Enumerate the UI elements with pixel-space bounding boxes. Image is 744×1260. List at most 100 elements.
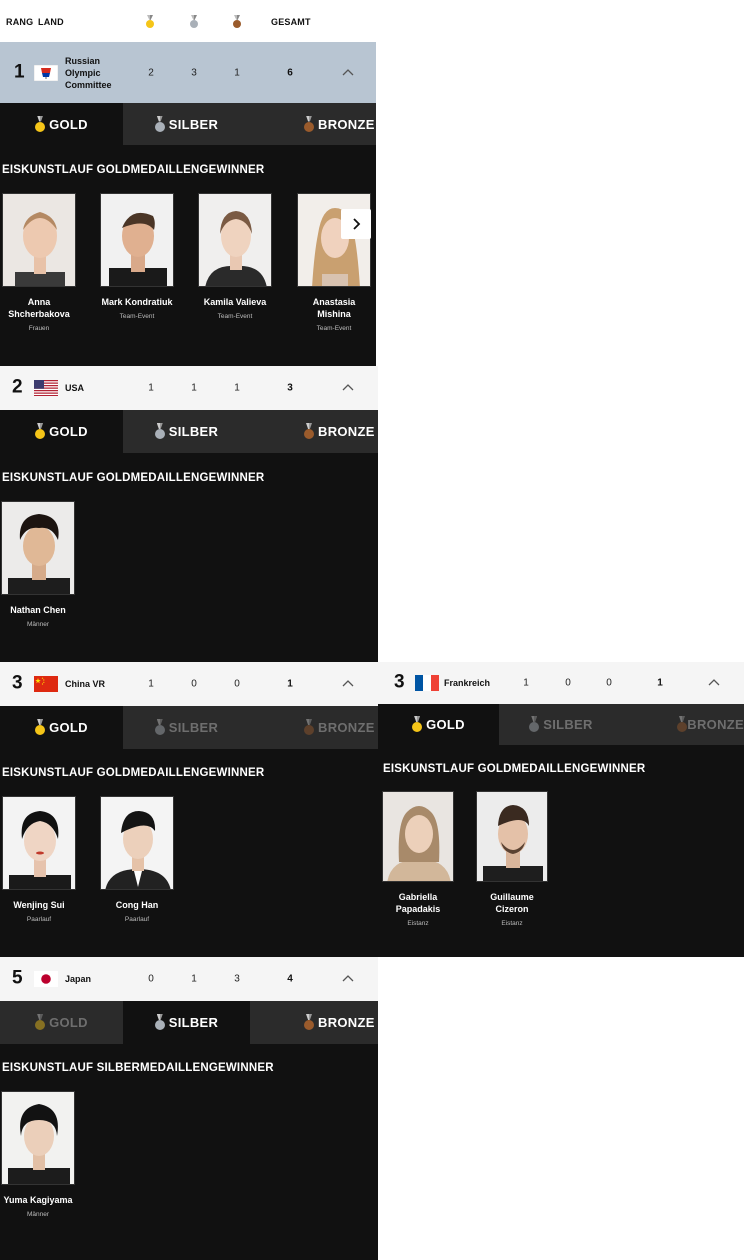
japan-flag-icon — [34, 971, 58, 987]
country-name: Japan — [65, 974, 92, 984]
athlete-card[interactable]: Nathan Chen Männer — [0, 501, 76, 628]
tab-bronze[interactable]: BRONZE — [250, 1001, 378, 1044]
athlete-event: Paarlauf — [26, 916, 52, 923]
tab-gold[interactable]: GOLD — [0, 410, 123, 453]
silver-medal-icon — [529, 716, 540, 733]
gold-count: 1 — [148, 678, 154, 690]
athlete-card[interactable]: Wenjing Sui Paarlauf — [1, 796, 77, 923]
athlete-card[interactable]: Yuma Kagiyama Männer — [0, 1091, 76, 1218]
athlete-photo — [1, 1091, 75, 1185]
athlete-event: Eistanz — [407, 920, 429, 927]
silver-count: 1 — [191, 973, 197, 985]
athlete-card[interactable]: Cong Han Paarlauf — [99, 796, 175, 923]
chevron-up-icon[interactable] — [340, 678, 356, 690]
athlete-card[interactable]: Kamila Valieva Team-Event — [197, 193, 273, 320]
gold-count: 0 — [148, 973, 154, 985]
medal-tabs: GOLD SILBER BRONZE — [378, 704, 744, 745]
medal-tabs: GOLD SILBER BRONZE — [0, 1001, 378, 1044]
silver-count: 1 — [191, 382, 197, 394]
athlete-event: Männer — [26, 1211, 50, 1218]
country-panel-china: 3 China VR 1 0 0 1 GOLD SILBER BRONZE EI… — [0, 662, 378, 957]
total-count: 3 — [287, 382, 293, 394]
athlete-event: Team-Event — [316, 325, 352, 332]
country-name: China VR — [65, 679, 106, 689]
bronze-medal-icon — [304, 423, 314, 440]
tab-gold: GOLD — [0, 1001, 123, 1044]
silver-count: 0 — [565, 677, 571, 689]
tab-gold[interactable]: GOLD — [378, 704, 499, 745]
medal-tabs: GOLD SILBER BRONZE — [0, 410, 378, 453]
athlete-card[interactable]: Anna Shcherbakova Frauen — [1, 193, 77, 332]
country-row[interactable]: 1 Russian Olympic Committee 2 3 1 6 — [0, 42, 376, 103]
bronze-medal-icon — [304, 719, 314, 736]
silver-medal-icon — [154, 719, 165, 736]
rank-number: 3 — [394, 671, 405, 693]
athlete-photo — [100, 193, 174, 287]
header-total: GESAMT — [271, 17, 311, 27]
total-count: 1 — [657, 677, 663, 689]
carousel-next-button[interactable] — [341, 209, 371, 239]
country-name: Russian Olympic Committee — [65, 55, 112, 90]
chevron-up-icon[interactable] — [706, 677, 722, 689]
athlete-card[interactable]: Guillaume Cizeron Eistanz — [475, 791, 549, 927]
chevron-up-icon[interactable] — [340, 973, 356, 985]
bronze-count: 3 — [234, 973, 240, 985]
athlete-card[interactable]: Gabriella Papadakis Eistanz — [381, 791, 455, 927]
medal-tabs: GOLD SILBER BRONZE — [0, 103, 376, 145]
chevron-up-icon[interactable] — [340, 382, 356, 394]
tab-bronze[interactable]: BRONZE — [250, 103, 376, 145]
section-title: EISKUNSTLAUF GOLDMEDAILLENGEWINNER — [2, 472, 265, 484]
tab-bronze: BRONZE — [250, 706, 378, 749]
country-row[interactable]: 2 USA 1 1 1 3 — [0, 366, 378, 410]
athlete-event: Männer — [26, 621, 50, 628]
chevron-right-icon — [353, 218, 361, 230]
chevron-up-icon[interactable] — [340, 67, 356, 79]
country-panel-roc: 1 Russian Olympic Committee 2 3 1 6 GOLD… — [0, 42, 376, 366]
gold-count: 1 — [148, 382, 154, 394]
bronze-count: 1 — [234, 382, 240, 394]
country-row[interactable]: 3 Frankreich 1 0 0 1 — [378, 662, 744, 704]
rank-number: 3 — [12, 672, 23, 694]
gold-medal-icon — [35, 423, 46, 440]
china-flag-icon — [34, 676, 58, 692]
rank-number: 1 — [14, 61, 25, 83]
gold-medal-icon — [35, 719, 46, 736]
tab-silver: SILBER — [499, 704, 623, 745]
athlete-photo — [2, 796, 76, 890]
athlete-photo — [100, 796, 174, 890]
tab-gold[interactable]: GOLD — [0, 103, 123, 145]
country-name: USA — [65, 383, 85, 393]
tab-silver[interactable]: SILBER — [123, 1001, 250, 1044]
tab-gold[interactable]: GOLD — [0, 706, 123, 749]
bronze-count: 1 — [234, 67, 240, 78]
tab-bronze[interactable]: BRONZE — [250, 410, 378, 453]
section-title: EISKUNSTLAUF GOLDMEDAILLENGEWINNER — [2, 164, 265, 176]
athlete-name: Mark Kondratiuk — [101, 297, 173, 307]
silver-medal-icon — [154, 115, 165, 133]
gold-medal-icon — [35, 115, 46, 133]
country-panel-usa: 2 USA 1 1 1 3 GOLD SILBER BRONZE EISKUNS… — [0, 366, 378, 662]
gold-medal-icon — [35, 1014, 46, 1031]
section-title: EISKUNSTLAUF GOLDMEDAILLENGEWINNER — [383, 763, 646, 775]
header-country: LAND — [38, 17, 64, 27]
silver-medal-icon — [154, 1014, 165, 1031]
athlete-event: Frauen — [28, 325, 50, 332]
country-row[interactable]: 3 China VR 1 0 0 1 — [0, 662, 378, 706]
country-panel-france: 3 Frankreich 1 0 0 1 GOLD SILBER BRONZE … — [378, 662, 744, 957]
tab-silver[interactable]: SILBER — [123, 103, 250, 145]
bronze-count: 0 — [234, 678, 240, 690]
athlete-card[interactable]: Mark Kondratiuk Team-Event — [99, 193, 175, 320]
athlete-name: Yuma Kagiyama — [3, 1195, 73, 1205]
athlete-name: Gabriella Papadakis — [395, 892, 441, 914]
athlete-name: Anastasia Mishina — [312, 297, 356, 319]
athlete-photo — [476, 791, 548, 882]
bronze-medal-icon — [304, 1014, 314, 1031]
athlete-name: Nathan Chen — [10, 605, 66, 615]
athlete-name: Cong Han — [115, 900, 159, 910]
athlete-photo — [2, 193, 76, 287]
athlete-event: Team-Event — [217, 313, 253, 320]
country-row[interactable]: 5 Japan 0 1 3 4 — [0, 957, 378, 1001]
athlete-event: Paarlauf — [124, 916, 150, 923]
bronze-medal-icon — [304, 115, 314, 133]
tab-silver[interactable]: SILBER — [123, 410, 250, 453]
